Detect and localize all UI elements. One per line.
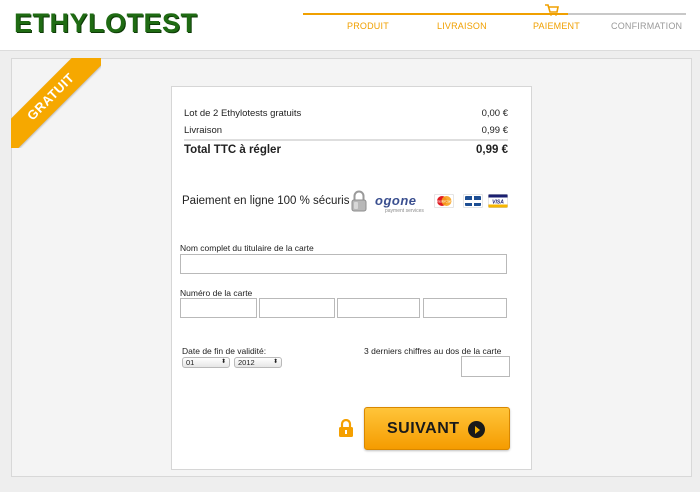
ogone-logo: ogone payment services <box>375 192 424 214</box>
secure-payment-text: Paiement en ligne 100 % sécuris <box>182 195 350 207</box>
summary-row-label: Lot de 2 Ethylotests gratuits <box>184 108 302 119</box>
cart-icon <box>545 4 559 16</box>
mastercard-label: MasterCard <box>436 200 453 204</box>
step-paiement: PAIEMENT <box>533 21 580 31</box>
summary-row-value: 0,99 € <box>481 125 508 136</box>
expiry-year-select[interactable]: 2012 ⬍ <box>234 357 282 368</box>
site-logo[interactable]: ETHYLOTEST <box>14 8 198 39</box>
lock-icon <box>339 419 353 437</box>
total-value: 0,99 € <box>476 144 508 156</box>
padlock-icon <box>351 190 367 212</box>
cardholder-label: Nom complet du titulaire de la carte <box>180 243 314 253</box>
gratuit-ribbon: GRATUIT <box>11 58 101 148</box>
steps-progress-done <box>303 13 568 15</box>
cb-card-icon <box>463 194 483 208</box>
card-number-label: Numéro de la carte <box>180 288 253 298</box>
expiry-month-select[interactable]: 01 ⬍ <box>182 357 230 368</box>
card-number-input-2[interactable] <box>259 298 335 318</box>
next-button[interactable]: SUIVANT <box>364 407 510 450</box>
header-bar: ETHYLOTEST PRODUIT LIVRAISON PAIEMENT CO… <box>0 0 700 51</box>
expiry-label: Date de fin de validité: <box>182 346 267 356</box>
card-number-input-3[interactable] <box>337 298 420 318</box>
steps-progress-remaining <box>568 13 686 15</box>
cvv-label: 3 derniers chiffres au dos de la carte <box>364 346 502 356</box>
summary-divider <box>184 139 508 141</box>
play-arrow-icon <box>468 421 485 438</box>
expiry-year-value: 2012 <box>238 358 255 367</box>
select-arrows-icon: ⬍ <box>272 359 278 365</box>
step-produit[interactable]: PRODUIT <box>347 21 389 31</box>
card-number-input-1[interactable] <box>180 298 257 318</box>
cvv-input[interactable] <box>461 356 510 377</box>
summary-row-label: Livraison <box>184 125 223 136</box>
select-arrows-icon: ⬍ <box>220 359 226 365</box>
expiry-month-value: 01 <box>186 358 195 367</box>
ribbon-label: GRATUIT <box>11 58 101 148</box>
step-livraison[interactable]: LIVRAISON <box>437 21 487 31</box>
visa-icon: VISA <box>488 194 508 208</box>
ogone-tagline: payment services <box>385 208 424 214</box>
cardholder-input[interactable] <box>180 254 507 274</box>
step-confirmation: CONFIRMATION <box>611 21 683 31</box>
summary-row-value: 0,00 € <box>481 108 508 119</box>
card-number-input-4[interactable] <box>423 298 507 318</box>
mastercard-icon: MasterCard <box>434 194 454 208</box>
next-button-label: SUIVANT <box>387 420 460 437</box>
total-label: Total TTC à régler <box>184 144 281 156</box>
ogone-brand: ogone <box>375 193 417 208</box>
visa-label: VISA <box>492 199 504 205</box>
